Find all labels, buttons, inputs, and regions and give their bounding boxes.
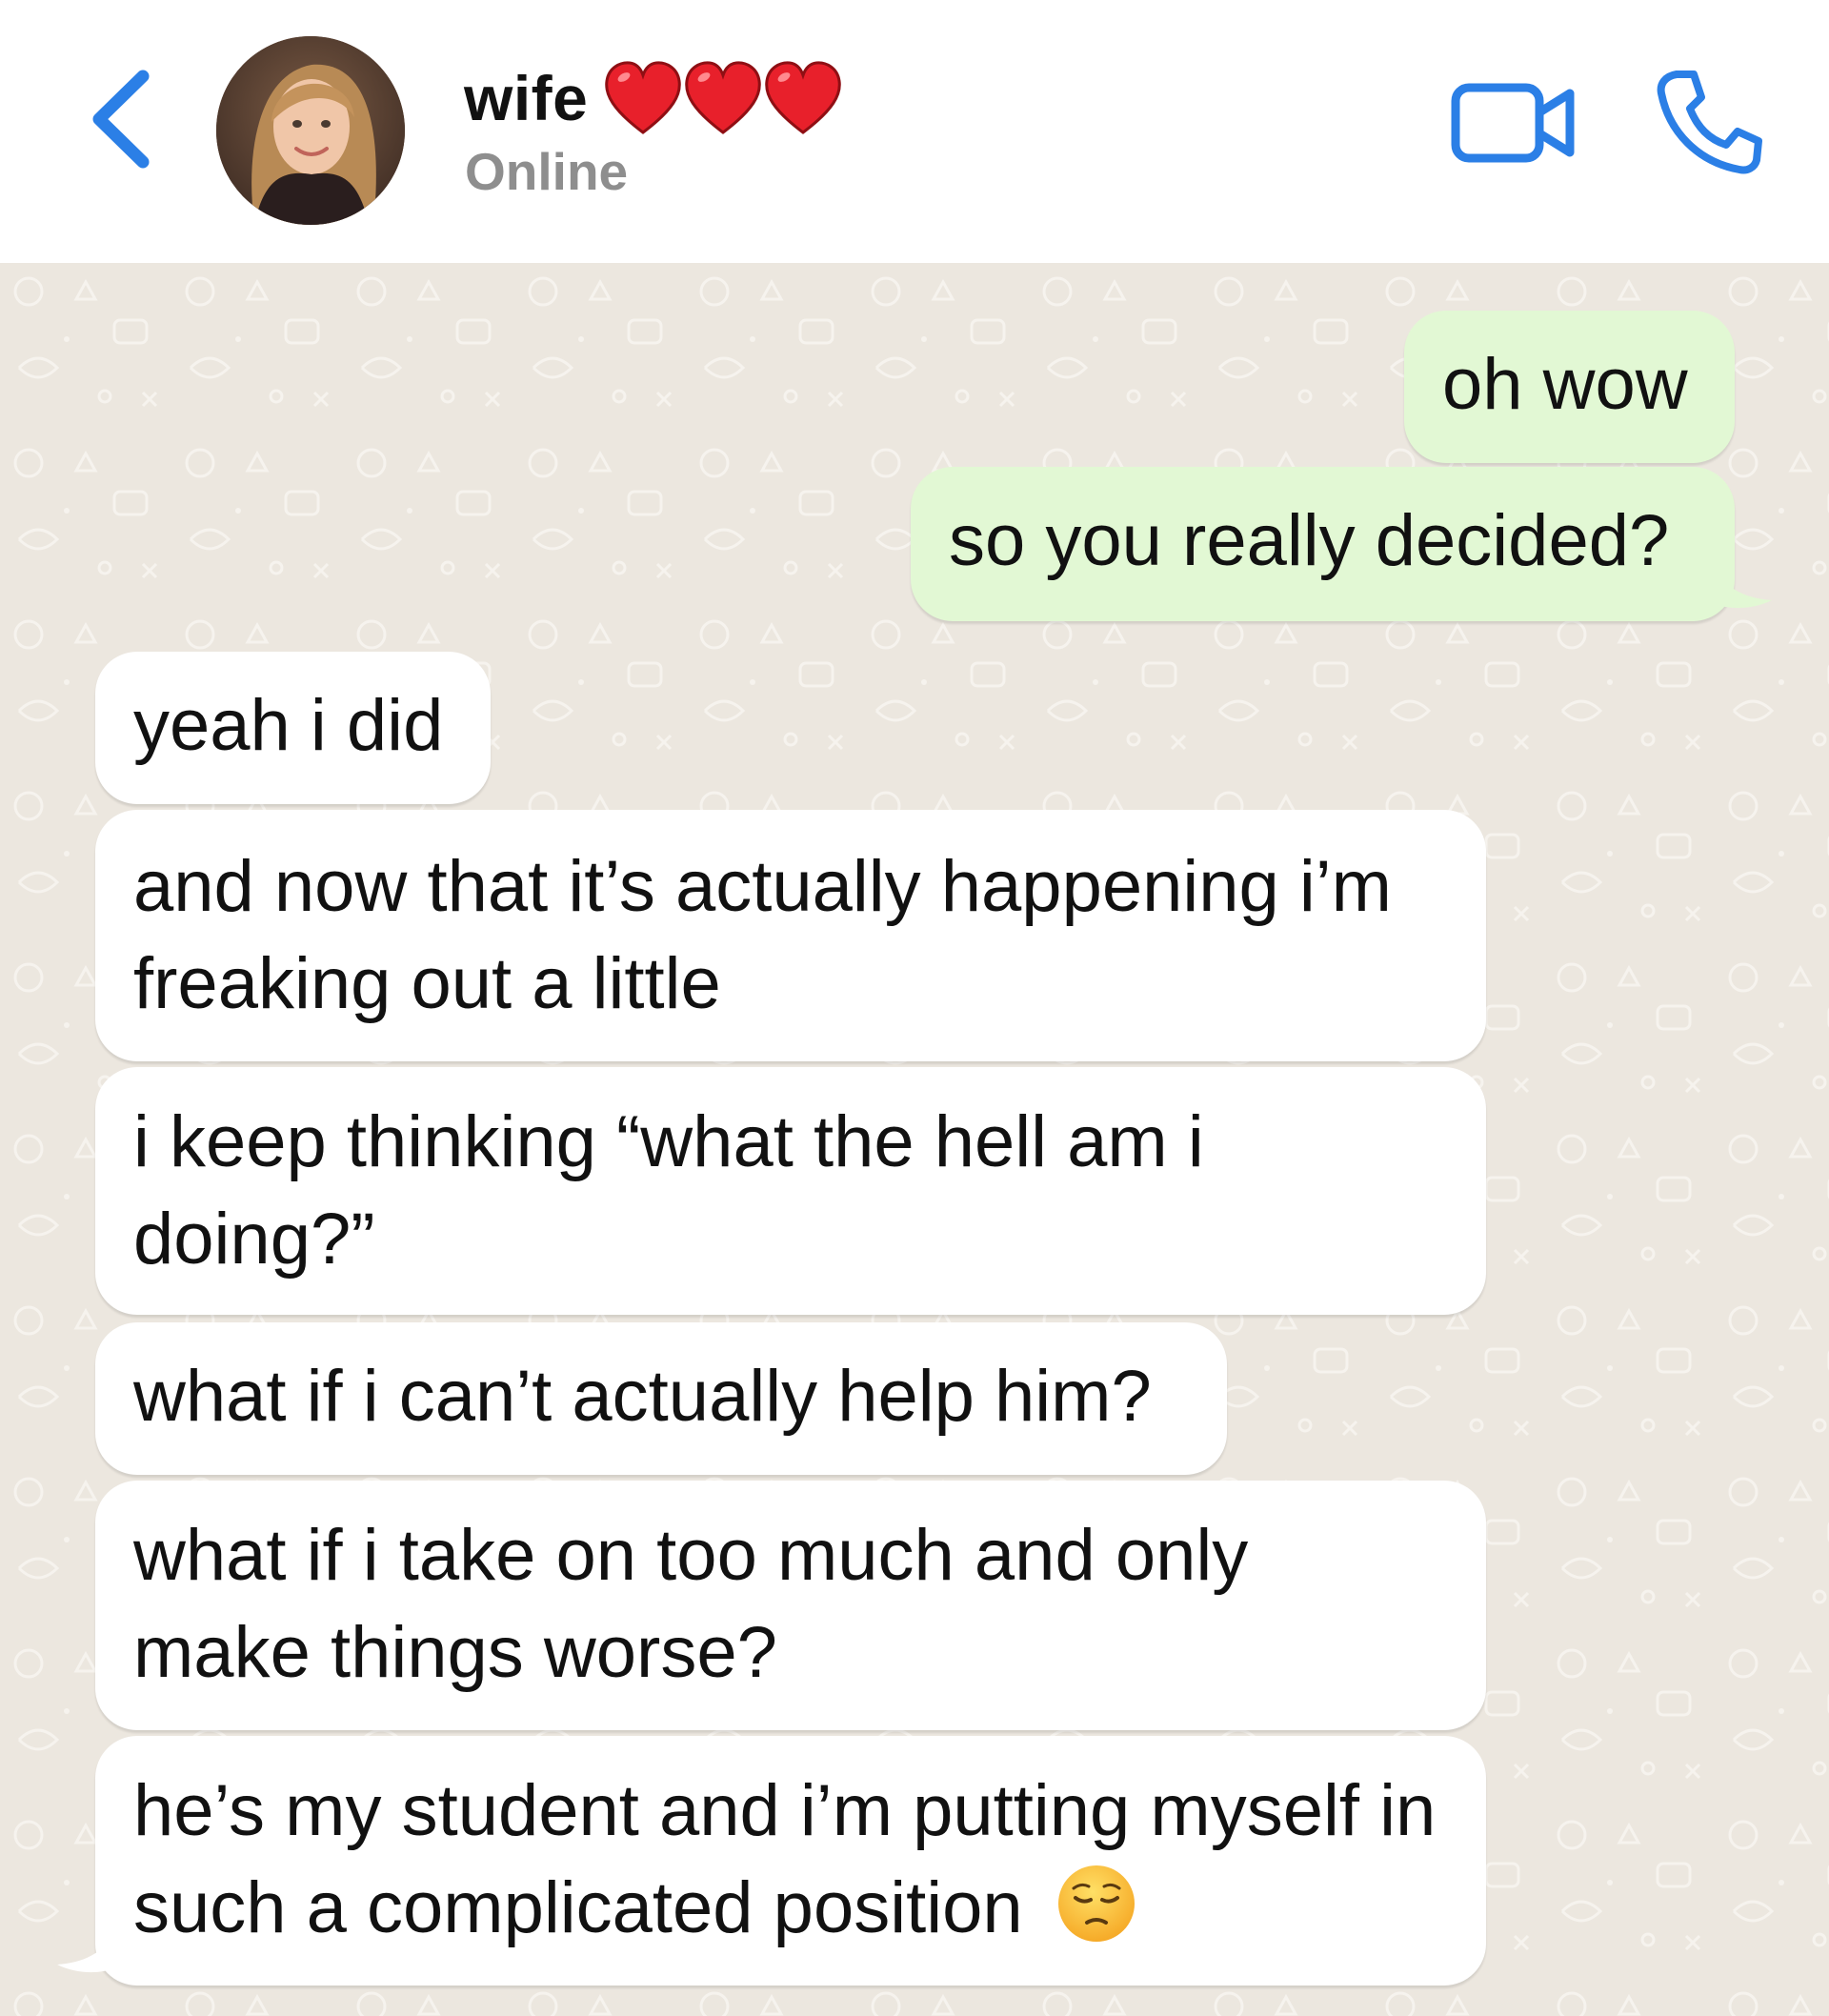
message-outgoing[interactable]: oh wow <box>1404 311 1735 463</box>
message-text: i keep thinking “what the hell am i doin… <box>133 1101 1204 1280</box>
back-button[interactable] <box>84 67 160 171</box>
message-text: yeah i did <box>133 685 444 766</box>
message-tail <box>57 1932 114 1973</box>
phone-icon <box>1657 71 1762 174</box>
contact-title[interactable]: wife <box>464 55 843 141</box>
chat-area[interactable]: oh wow so you really decided? yeah i did… <box>0 263 1829 2016</box>
heart-icon <box>685 61 762 134</box>
pensive-face-emoji <box>1057 1865 1135 1942</box>
voice-call-button[interactable] <box>1656 69 1762 175</box>
message-incoming[interactable]: and now that it’s actually happening i’m… <box>95 810 1486 1061</box>
message-incoming[interactable]: yeah i did <box>95 652 491 804</box>
video-call-button[interactable] <box>1448 76 1581 171</box>
message-text: what if i take on too much and only make… <box>133 1515 1249 1693</box>
message-text: what if i can’t actually help him? <box>133 1356 1152 1437</box>
contact-status: Online <box>465 142 629 201</box>
heart-icon <box>765 61 842 134</box>
heart-icon <box>605 61 682 134</box>
message-text: so you really decided? <box>949 500 1670 581</box>
message-text: and now that it’s actually happening i’m… <box>133 846 1392 1024</box>
message-tail <box>1715 568 1772 609</box>
message-incoming[interactable]: what if i take on too much and only make… <box>95 1481 1486 1730</box>
contact-name: wife <box>464 63 589 133</box>
avatar[interactable] <box>216 36 405 225</box>
avatar-photo <box>216 36 405 225</box>
message-text: he’s my student and i’m putting myself i… <box>133 1770 1437 1948</box>
heart-icons <box>603 60 843 136</box>
message-incoming[interactable]: he’s my student and i’m putting myself i… <box>95 1736 1486 1986</box>
message-text: oh wow <box>1442 344 1688 425</box>
message-outgoing[interactable]: so you really decided? <box>911 467 1735 621</box>
message-incoming[interactable]: what if i can’t actually help him? <box>95 1322 1227 1475</box>
chat-header: wife Online <box>0 0 1829 263</box>
message-incoming[interactable]: i keep thinking “what the hell am i doin… <box>95 1067 1486 1315</box>
chevron-left-icon <box>92 70 150 169</box>
video-camera-icon <box>1451 83 1575 163</box>
